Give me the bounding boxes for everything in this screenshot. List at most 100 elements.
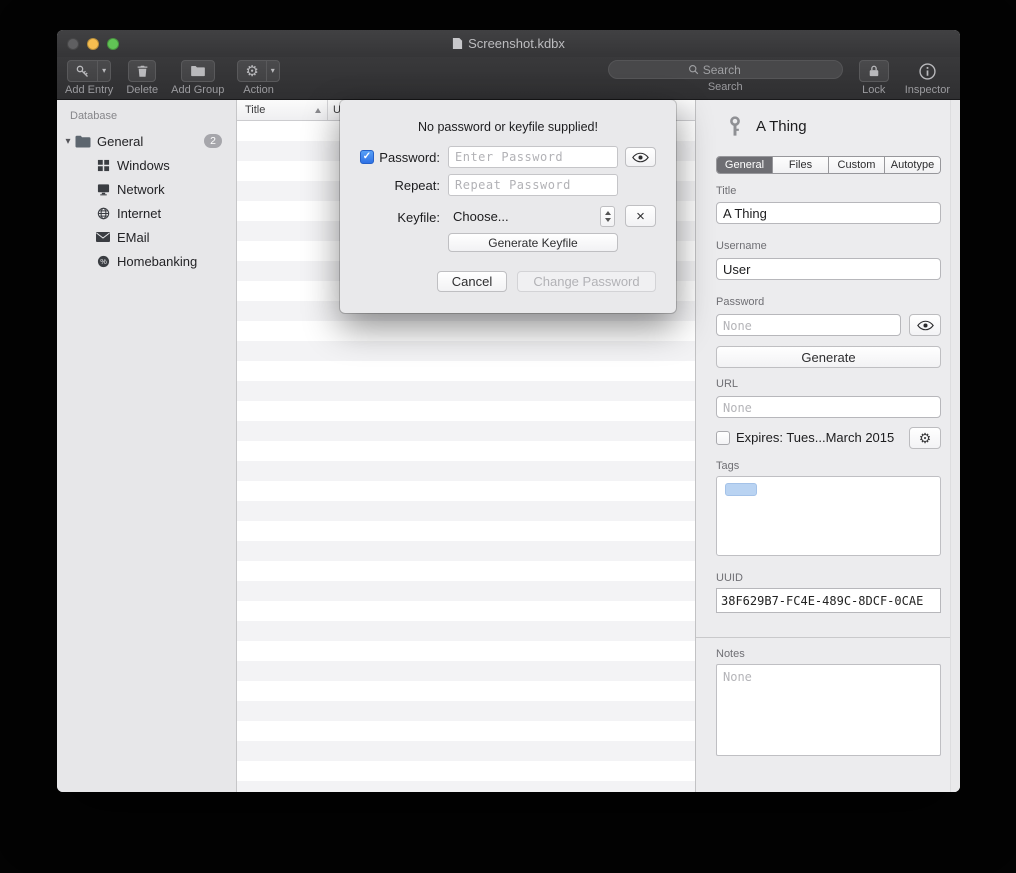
sidebar-item-homebanking[interactable]: % Homebanking [57, 249, 236, 273]
search-input[interactable] [703, 63, 763, 77]
clear-keyfile-button[interactable]: × [625, 205, 656, 227]
sidebar-item-internet[interactable]: Internet [57, 201, 236, 225]
chevron-down-icon: ▾ [266, 61, 279, 81]
monitor-icon [95, 181, 111, 197]
app-window: Screenshot.kdbx ▾ Add Entry Delete [57, 30, 960, 792]
minimize-button[interactable] [87, 38, 99, 50]
uuid-field[interactable] [716, 588, 941, 613]
expires-checkbox[interactable] [716, 431, 730, 445]
delete-button[interactable] [128, 60, 156, 82]
lock-label: Lock [862, 84, 885, 96]
action-label: Action [243, 84, 274, 96]
sidebar-item-label: Homebanking [117, 254, 197, 269]
add-entry-button[interactable]: ▾ [67, 60, 111, 82]
search-icon [688, 64, 699, 75]
reveal-password-button[interactable] [909, 314, 941, 336]
reveal-password-button[interactable] [625, 147, 656, 167]
username-field-label: Username [716, 240, 767, 252]
toolbar: ▾ Add Entry Delete Add Group ⚙ ▾ [57, 57, 960, 100]
repeat-label: Repeat: [376, 178, 440, 193]
lock-button[interactable] [859, 60, 889, 82]
sidebar-item-label: EMail [117, 230, 150, 245]
zoom-button[interactable] [107, 38, 119, 50]
chevron-up-icon [605, 211, 611, 215]
sidebar-item-windows[interactable]: Windows [57, 153, 236, 177]
search-field[interactable] [608, 60, 843, 79]
entry-title: A Thing [756, 118, 807, 135]
url-field-label: URL [716, 378, 738, 390]
tab-autotype[interactable]: Autotype [884, 157, 940, 173]
password-field[interactable] [716, 314, 901, 336]
folder-plus-icon [190, 65, 206, 77]
keyfile-popup[interactable]: Choose... [453, 207, 509, 227]
url-field[interactable] [716, 396, 941, 418]
tags-box[interactable] [716, 476, 941, 556]
column-divider[interactable] [327, 100, 328, 120]
sidebar-item-email[interactable]: EMail [57, 225, 236, 249]
expires-label: Expires: Tues...March 2015 [736, 430, 894, 445]
key-icon [724, 115, 746, 137]
cancel-button[interactable]: Cancel [437, 271, 507, 292]
entry-count-badge: 2 [204, 134, 222, 148]
lock-icon [868, 64, 880, 78]
sidebar-item-label: Windows [117, 158, 170, 173]
generate-keyfile-button[interactable]: Generate Keyfile [448, 233, 618, 252]
expires-settings-button[interactable]: ⚙ [909, 427, 941, 449]
globe-icon [95, 205, 111, 221]
gear-icon: ⚙ [919, 431, 932, 445]
username-field[interactable] [716, 258, 941, 280]
notes-field[interactable] [716, 664, 941, 756]
uuid-label: UUID [716, 572, 743, 584]
inspector-divider [696, 637, 960, 638]
tab-general[interactable]: General [717, 157, 772, 173]
mail-icon [95, 229, 111, 245]
eye-icon [632, 152, 649, 163]
tab-custom[interactable]: Custom [828, 157, 884, 173]
password-field-label: Password [716, 296, 764, 308]
inspector-button[interactable] [919, 60, 936, 82]
sidebar: Database ▾ General 2 Windows [57, 100, 237, 792]
generate-password-button[interactable]: Generate [716, 346, 941, 368]
sidebar-item-general[interactable]: ▾ General 2 [57, 129, 236, 153]
repeat-input[interactable] [448, 174, 618, 196]
gear-icon: ⚙ [238, 61, 265, 81]
tags-label: Tags [716, 460, 739, 472]
column-header-title[interactable]: Title [245, 104, 265, 116]
password-label: Password: [376, 150, 440, 165]
titlebar: Screenshot.kdbx [57, 30, 960, 57]
info-icon [919, 63, 936, 80]
sidebar-item-label: Network [117, 182, 165, 197]
tag-chip [725, 483, 757, 496]
search-label: Search [708, 81, 743, 93]
sidebar-header: Database [57, 100, 236, 129]
password-checkbox[interactable]: ✓ [360, 150, 374, 164]
action-button[interactable]: ⚙ ▾ [237, 60, 279, 82]
chevron-down-icon[interactable]: ▾ [97, 61, 110, 81]
change-password-button[interactable]: Change Password [517, 271, 656, 292]
desktop-background: Screenshot.kdbx ▾ Add Entry Delete [0, 0, 1016, 873]
trash-icon [136, 64, 149, 78]
notes-label: Notes [716, 648, 745, 660]
close-button[interactable] [67, 38, 79, 50]
inspector-tabs: General Files Custom Autotype [716, 156, 941, 174]
document-icon [452, 37, 463, 50]
svg-text:%: % [100, 257, 107, 266]
tab-files[interactable]: Files [772, 157, 828, 173]
add-group-label: Add Group [171, 84, 224, 96]
coin-percent-icon: % [95, 253, 111, 269]
disclosure-triangle-icon[interactable]: ▾ [61, 136, 75, 147]
dialog-message: No password or keyfile supplied! [340, 120, 676, 134]
password-input[interactable] [448, 146, 618, 168]
sort-ascending-icon [315, 108, 321, 113]
add-entry-label: Add Entry [65, 84, 113, 96]
add-group-button[interactable] [181, 60, 215, 82]
keyfile-stepper[interactable] [600, 206, 615, 227]
windows-icon [95, 157, 111, 173]
title-field[interactable] [716, 202, 941, 224]
title-field-label: Title [716, 185, 736, 197]
keyfile-label: Keyfile: [376, 210, 440, 225]
key-plus-icon [68, 61, 97, 81]
sidebar-item-network[interactable]: Network [57, 177, 236, 201]
window-title-text: Screenshot.kdbx [468, 36, 565, 51]
traffic-lights [67, 38, 119, 50]
